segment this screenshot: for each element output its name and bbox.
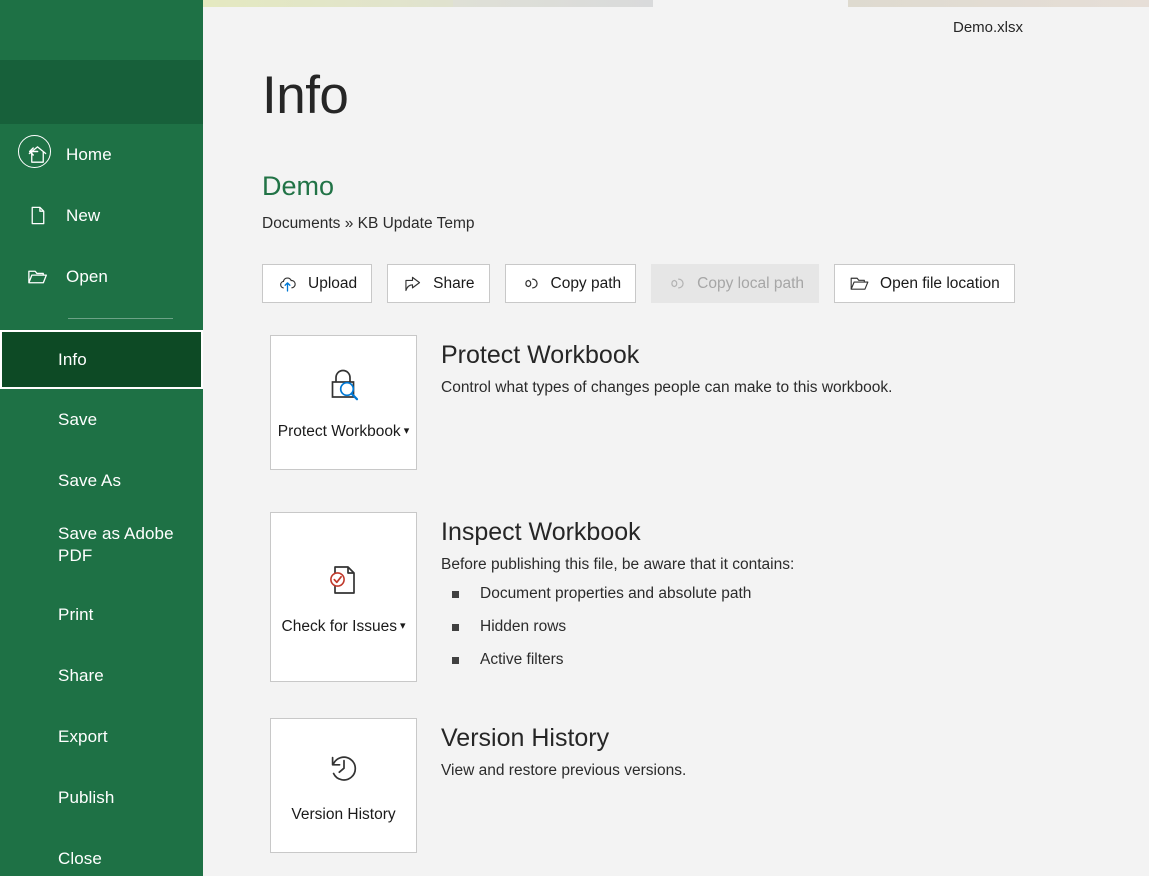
sidebar-nav-list: Home New Open Info Save Save As Save as … [0, 124, 203, 876]
file-actions-toolbar: Upload Share Copy path Copy local path O… [262, 264, 1015, 303]
check-for-issues-button[interactable]: Check for Issues ▾ [270, 512, 417, 683]
section-description: Before publishing this file, be aware th… [441, 555, 795, 573]
section-protect-workbook: Protect Workbook ▾ Protect Workbook Contr… [270, 335, 892, 470]
sidebar-item-label: Save as Adobe PDF [58, 524, 174, 566]
back-button-band [0, 60, 203, 168]
sidebar-item-label: Export [58, 726, 108, 746]
copy-local-path-button: Copy local path [651, 264, 820, 303]
section-title: Version History [441, 724, 610, 752]
section-version-history: Version History Version History View and… [270, 718, 686, 853]
button-label: Copy path [550, 274, 622, 292]
button-label-text: Protect Workbook [277, 423, 401, 441]
sidebar-item-info[interactable]: Info [0, 330, 203, 389]
document-path-breadcrumb: Documents » KB Update Temp [262, 215, 475, 232]
button-label: Open file location [880, 274, 1000, 292]
sidebar-item-label: Publish [58, 787, 115, 807]
sidebar-item-publish[interactable]: Publish [0, 767, 203, 828]
backstage-content: Demo.xlsx Info Demo Documents » KB Updat… [203, 7, 1149, 876]
sidebar-item-new[interactable]: New [0, 185, 203, 246]
section-description: Control what types of changes people can… [441, 378, 893, 396]
strip-segment [653, 0, 753, 7]
sidebar-item-close[interactable]: Close [0, 828, 203, 876]
sidebar-item-save[interactable]: Save [0, 389, 203, 450]
chevron-down-icon: ▾ [403, 425, 410, 438]
button-label: Copy local path [697, 274, 805, 292]
sidebar-item-print[interactable]: Print [0, 584, 203, 645]
button-label: Protect Workbook ▾ [278, 421, 409, 443]
lock-magnifier-icon [320, 359, 368, 411]
version-history-button[interactable]: Version History [270, 718, 417, 853]
sidebar-item-label: Home [66, 144, 112, 164]
list-item: Hidden rows [441, 617, 794, 638]
sidebar-item-open[interactable]: Open [0, 246, 203, 307]
page-title: Info [262, 66, 349, 125]
list-item: Active filters [441, 650, 794, 671]
backstage-sidebar: Home New Open Info Save Save As Save as … [0, 0, 203, 876]
link-icon [520, 273, 541, 294]
document-check-icon [320, 554, 368, 606]
excel-backstage-info-view: Home New Open Info Save Save As Save as … [0, 0, 1149, 876]
sidebar-item-label: Close [58, 848, 102, 868]
inspect-findings-list: Document properties and absolute path Hi… [441, 584, 794, 671]
strip-segment [753, 0, 848, 7]
sidebar-item-export[interactable]: Export [0, 706, 203, 767]
sidebar-item-share[interactable]: Share [0, 645, 203, 706]
sidebar-item-label: Print [58, 604, 94, 624]
sidebar-item-label: Open [66, 266, 108, 286]
section-title: Protect Workbook [441, 341, 640, 369]
list-item: Document properties and absolute path [441, 584, 794, 605]
sidebar-top-band [0, 0, 203, 60]
sidebar-separator [68, 318, 173, 319]
cloud-upload-icon [277, 273, 298, 294]
link-icon [666, 273, 687, 294]
button-label: Share [433, 274, 475, 292]
sidebar-item-home[interactable]: Home [0, 124, 203, 185]
open-file-location-button[interactable]: Open file location [834, 264, 1015, 303]
sidebar-item-save-as-adobe-pdf[interactable]: Save as Adobe PDF [0, 511, 203, 584]
share-icon [402, 273, 423, 294]
section-text: Inspect Workbook Before publishing this … [441, 512, 794, 682]
sidebar-item-label: Save As [58, 470, 122, 490]
protect-workbook-button[interactable]: Protect Workbook ▾ [270, 335, 417, 470]
section-inspect-workbook: Check for Issues ▾ Inspect Workbook Befor… [270, 512, 794, 683]
strip-segment [203, 0, 453, 7]
section-text: Protect Workbook Control what types of c… [441, 335, 892, 470]
chevron-down-icon: ▾ [399, 619, 406, 632]
button-label: Upload [308, 274, 358, 292]
section-title: Inspect Workbook [441, 518, 641, 546]
open-folder-icon [849, 273, 870, 294]
sidebar-item-save-as[interactable]: Save As [0, 450, 203, 511]
section-description: View and restore previous versions. [441, 761, 687, 779]
document-name: Demo [262, 171, 335, 201]
sidebar-item-label: Save [58, 409, 98, 429]
strip-segment [453, 0, 653, 7]
upload-button[interactable]: Upload [262, 264, 373, 303]
folder-icon [24, 264, 50, 290]
button-label-text: Check for Issues [281, 617, 397, 635]
page-icon [24, 203, 50, 229]
copy-path-button[interactable]: Copy path [504, 264, 637, 303]
strip-segment [848, 0, 1149, 7]
sidebar-item-label: Share [58, 665, 104, 685]
home-icon [24, 142, 50, 168]
section-text: Version History View and restore previou… [441, 718, 686, 853]
file-name-label: Demo.xlsx [952, 19, 1023, 36]
button-label: Check for Issues ▾ [282, 616, 406, 638]
button-label: Version History [291, 806, 396, 824]
history-clock-icon [320, 742, 368, 794]
top-decorative-strip [203, 0, 1149, 7]
share-button[interactable]: Share [387, 264, 490, 303]
sidebar-item-label: Info [58, 349, 87, 369]
sidebar-item-label: New [66, 205, 101, 225]
